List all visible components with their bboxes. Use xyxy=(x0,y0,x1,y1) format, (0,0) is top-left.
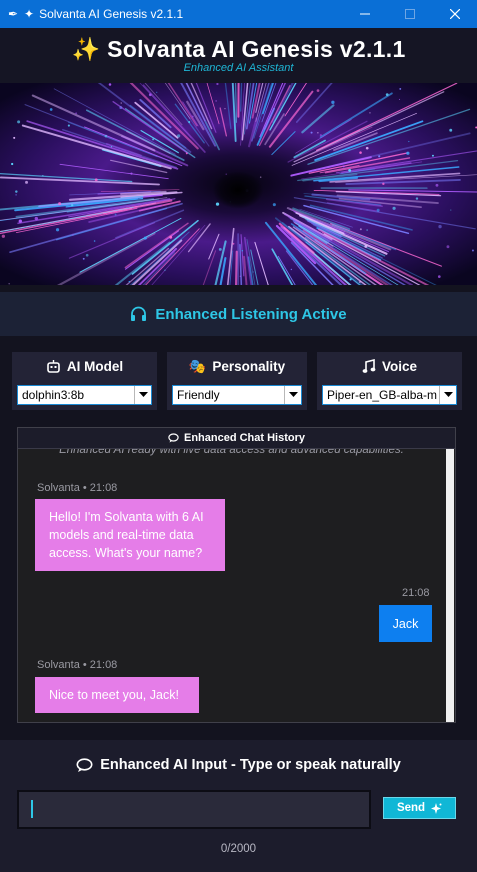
message-meta: 21:08 xyxy=(402,587,430,599)
theater-masks-icon: 🎭 xyxy=(188,357,207,374)
send-button[interactable]: Send xyxy=(383,797,456,819)
sparkle-icon: ✨ xyxy=(71,36,101,62)
chat-history-title: Enhanced Chat History xyxy=(183,432,306,444)
voice-panel: Voice Piper-en_GB-alba-m xyxy=(317,352,462,410)
app-subtitle: Enhanced AI Assistant xyxy=(183,62,294,74)
chevron-down-icon[interactable] xyxy=(284,386,301,404)
headphones-icon xyxy=(131,306,147,321)
input-title: Enhanced AI Input - Type or speak natura… xyxy=(0,757,477,773)
voice-value: Piper-en_GB-alba-m xyxy=(327,388,438,402)
text-caret xyxy=(31,800,33,818)
sparkle-icon: ✦ xyxy=(24,7,35,21)
voice-label: Voice xyxy=(381,358,417,374)
close-button[interactable] xyxy=(432,0,477,28)
maximize-button xyxy=(387,0,432,28)
personality-value: Friendly xyxy=(177,388,220,402)
window-titlebar[interactable]: ✒ ✦ Solvanta AI Genesis v2.1.1 xyxy=(0,0,477,28)
message-meta: Solvanta • 21:08 xyxy=(37,482,118,494)
window-title: ✦ Solvanta AI Genesis v2.1.1 xyxy=(24,7,183,21)
app-header: ✨ Solvanta AI Genesis v2.1.1 Enhanced AI… xyxy=(0,28,477,83)
app-title-text: Solvanta AI Genesis v2.1.1 xyxy=(107,36,406,62)
ai-message-bubble: Nice to meet you, Jack! xyxy=(35,677,199,713)
window-title-text: Solvanta AI Genesis v2.1.1 xyxy=(39,7,184,21)
ai-model-label: AI Model xyxy=(66,358,124,374)
chat-scrollbar[interactable] xyxy=(446,448,454,722)
ai-model-value: dolphin3:8b xyxy=(22,388,85,402)
listening-status-text: Enhanced Listening Active xyxy=(155,305,347,323)
personality-label: Personality xyxy=(212,358,286,374)
listening-status-bar: Enhanced Listening Active xyxy=(0,292,477,336)
input-area: Enhanced AI Input - Type or speak natura… xyxy=(0,740,477,872)
minimize-icon xyxy=(359,13,370,15)
chevron-down-icon[interactable] xyxy=(439,386,456,404)
robot-icon xyxy=(47,359,60,373)
input-title-text: Enhanced AI Input - Type or speak natura… xyxy=(100,757,401,773)
personality-select[interactable]: Friendly xyxy=(172,385,302,405)
sparkles-icon xyxy=(431,802,442,814)
personality-panel: 🎭 Personality Friendly xyxy=(167,352,307,410)
hero-banner-image xyxy=(0,83,477,285)
speech-bubble-icon xyxy=(168,433,179,443)
feather-icon: ✒ xyxy=(7,7,19,21)
ai-message-bubble: Hello! I'm Solvanta with 6 AI models and… xyxy=(35,499,225,571)
music-note-icon xyxy=(362,358,376,373)
close-icon xyxy=(449,9,460,19)
chat-history-panel[interactable]: Enhanced Chat History Enhanced AI ready … xyxy=(17,427,456,723)
ai-model-select[interactable]: dolphin3:8b xyxy=(17,385,152,405)
message-meta: Solvanta • 21:08 xyxy=(37,659,118,671)
minimize-button[interactable] xyxy=(342,0,387,28)
chevron-down-icon[interactable] xyxy=(134,386,151,404)
send-label: Send xyxy=(396,802,426,814)
speech-bubble-icon xyxy=(76,757,93,772)
app-title: ✨ Solvanta AI Genesis v2.1.1 xyxy=(0,36,477,63)
ai-model-panel: AI Model dolphin3:8b xyxy=(12,352,157,410)
chat-history-header: Enhanced Chat History xyxy=(18,428,455,449)
voice-select[interactable]: Piper-en_GB-alba-m xyxy=(322,385,457,405)
character-counter: 0/2000 xyxy=(220,843,257,855)
message-input[interactable] xyxy=(17,790,371,829)
user-message-bubble: Jack xyxy=(379,605,432,642)
maximize-icon xyxy=(404,9,415,19)
